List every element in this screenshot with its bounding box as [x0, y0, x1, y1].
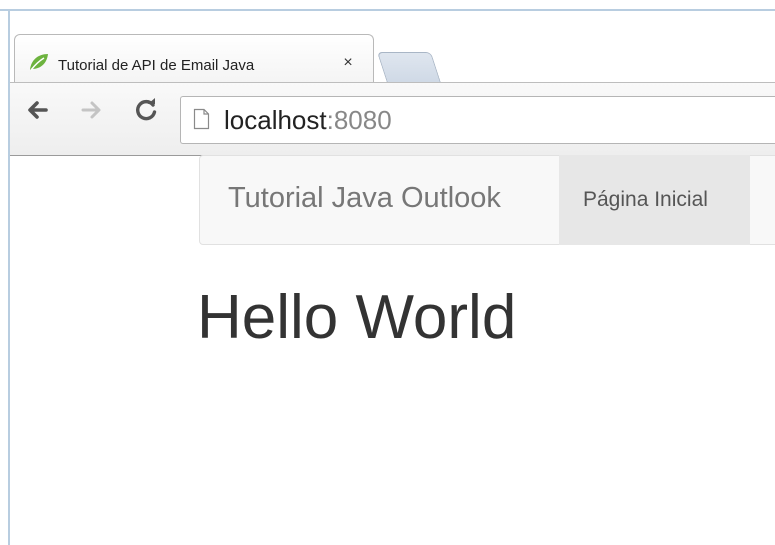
- tab-title: Tutorial de API de Email Java: [58, 57, 255, 74]
- page-headline: Hello World: [197, 283, 517, 352]
- url-port: :8080: [326, 105, 392, 135]
- back-arrow-icon[interactable]: [22, 95, 52, 125]
- reload-icon[interactable]: [131, 95, 161, 125]
- new-tab-button[interactable]: [376, 52, 442, 83]
- url-host: localhost: [224, 105, 327, 135]
- navbar-brand[interactable]: Tutorial Java Outlook: [228, 182, 501, 215]
- nav-item-home-label[interactable]: Página Inicial: [583, 188, 708, 212]
- tab-close-button[interactable]: ×: [340, 54, 356, 72]
- address-url[interactable]: localhost:8080: [224, 104, 392, 136]
- page-icon: [193, 108, 210, 130]
- spring-leaf-icon: [30, 54, 48, 71]
- forward-arrow-icon[interactable]: [77, 95, 107, 125]
